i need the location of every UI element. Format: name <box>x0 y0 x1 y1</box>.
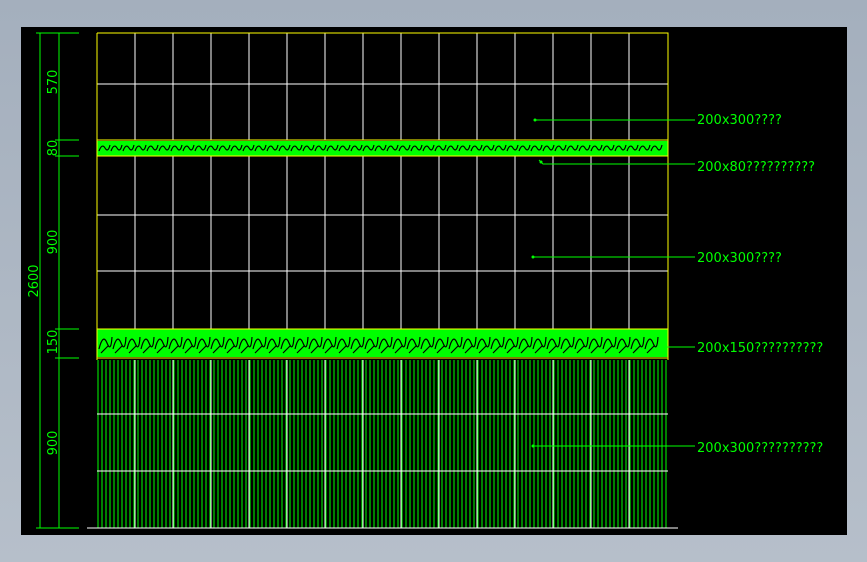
callout-label-upper-border: 200x80?????????? <box>697 160 815 175</box>
cad-viewport[interactable]: 2600 570 80 900 150 900 200x300???? 200x… <box>21 27 847 535</box>
callout-label-middle-tiles: 200x300???? <box>697 251 782 266</box>
leader-dot <box>531 255 535 259</box>
tile-elevation-drawing: 2600 570 80 900 150 900 200x300???? 200x… <box>27 32 823 529</box>
dimension-label-top: 570 <box>46 70 61 95</box>
callout-label-bottom-tiles: 200x300?????????? <box>697 441 823 456</box>
dimension-label-middle: 900 <box>46 230 61 255</box>
callout-label-lower-border: 200x150?????????? <box>697 341 823 356</box>
wall-outline-lines <box>96 32 669 360</box>
decorative-border-lower <box>97 329 668 357</box>
dimension-label-lower-border: 150 <box>46 330 61 355</box>
callout-leaders <box>531 118 695 448</box>
leader-dot <box>539 160 543 164</box>
bottom-stripe-hatch <box>97 360 667 528</box>
leader-dot <box>533 118 537 122</box>
callout-label-top-tiles: 200x300???? <box>697 113 782 128</box>
decorative-border-upper <box>97 141 668 156</box>
dimension-total-label: 2600 <box>27 264 42 297</box>
decorative-borders <box>97 141 668 357</box>
dimension-label-bottom: 900 <box>46 431 61 456</box>
stripe-hatch-lines <box>97 360 667 528</box>
dimension-label-upper-border: 80 <box>46 140 61 157</box>
leader-dot <box>531 444 535 448</box>
